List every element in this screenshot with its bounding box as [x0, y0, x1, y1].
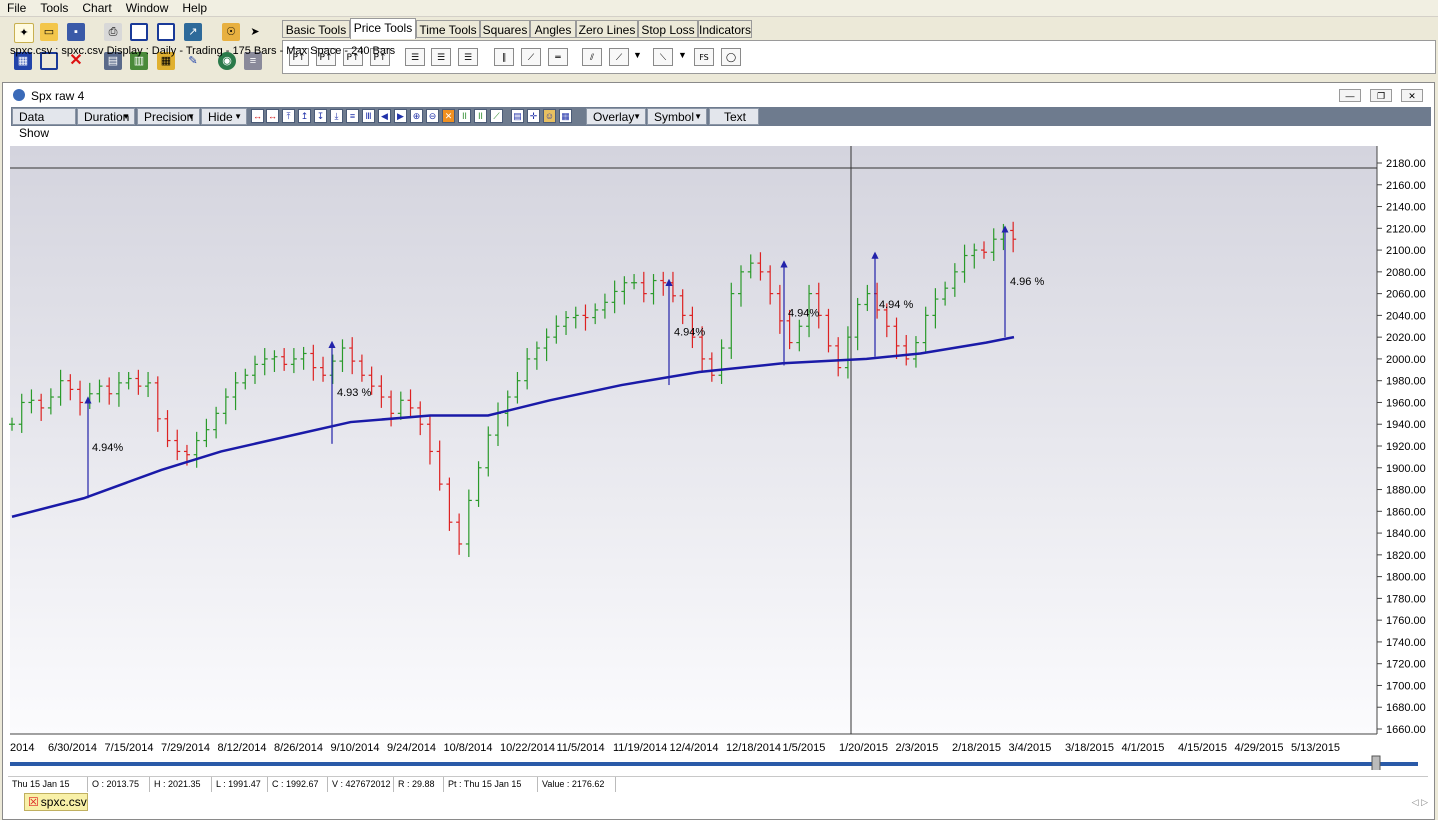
y-tick-label: 2180.00	[1386, 158, 1426, 170]
y-tick-label: 1800.00	[1386, 572, 1426, 584]
y-tick-label: 2080.00	[1386, 267, 1426, 279]
percent-label: 4.93 %	[337, 387, 371, 399]
y-tick-label: 1660.00	[1386, 724, 1426, 736]
y-tick-label: 1820.00	[1386, 550, 1426, 562]
status-range: R : 29.88	[394, 777, 444, 792]
y-tick-label: 2120.00	[1386, 223, 1426, 235]
x-tick-label: 7/29/2014	[161, 742, 210, 754]
y-tick-label: 1720.00	[1386, 659, 1426, 671]
status-close: C : 1992.67	[268, 777, 328, 792]
time-scrollbar[interactable]	[10, 762, 1418, 766]
file-tab-label: spxc.csv	[40, 795, 87, 809]
y-tick-label: 2140.00	[1386, 202, 1426, 214]
x-tick-label: 10/22/2014	[500, 742, 555, 754]
x-tick-label: 2/18/2015	[952, 742, 1001, 754]
percent-label: 4.94%	[788, 308, 819, 320]
x-tick-label: 1/20/2015	[839, 742, 888, 754]
x-tick-label: 12/18/2014	[726, 742, 781, 754]
y-tick-label: 1840.00	[1386, 528, 1426, 540]
status-pointer: Pt : Thu 15 Jan 15	[444, 777, 538, 792]
y-tick-label: 1700.00	[1386, 680, 1426, 692]
percent-label: 4.94%	[92, 442, 123, 454]
y-tick-label: 2060.00	[1386, 289, 1426, 301]
x-tick-label: 1/5/2015	[783, 742, 826, 754]
y-tick-label: 2000.00	[1386, 354, 1426, 366]
x-tick-label: 11/5/2014	[557, 742, 605, 754]
y-tick-label: 1680.00	[1386, 702, 1426, 714]
file-tab[interactable]: ☒ spxc.csv	[24, 793, 88, 811]
y-tick-label: 1760.00	[1386, 615, 1426, 627]
status-volume: V : 427672012	[328, 777, 394, 792]
x-tick-label: 4/1/2015	[1122, 742, 1165, 754]
y-tick-label: 1860.00	[1386, 506, 1426, 518]
y-tick-label: 1920.00	[1386, 441, 1426, 453]
y-tick-label: 2040.00	[1386, 310, 1426, 322]
x-tick-label: 3/4/2015	[1009, 742, 1052, 754]
y-tick-label: 1940.00	[1386, 419, 1426, 431]
status-value: Value : 2176.62	[538, 777, 616, 792]
x-tick-label: 4/15/2015	[1178, 742, 1227, 754]
percent-label: 4.94 %	[879, 299, 913, 311]
y-tick-label: 1960.00	[1386, 397, 1426, 409]
status-date: Thu 15 Jan 15	[8, 777, 88, 792]
percent-label: 4.94%	[674, 327, 705, 339]
y-tick-label: 2020.00	[1386, 332, 1426, 344]
tab-scroll-arrows-icon[interactable]: ◁ ▷	[1412, 797, 1428, 808]
x-tick-label: 7/15/2014	[105, 742, 154, 754]
plot-background	[10, 146, 1377, 734]
x-tick-label: 6/30/2014	[48, 742, 97, 754]
y-tick-label: 1980.00	[1386, 376, 1426, 388]
x-tick-label: 5/13/2015	[1291, 742, 1340, 754]
x-tick-label: 2/3/2015	[896, 742, 939, 754]
y-tick-label: 1780.00	[1386, 593, 1426, 605]
x-tick-label: 2014	[10, 742, 34, 754]
x-tick-label: 4/29/2015	[1235, 742, 1284, 754]
x-tick-label: 11/19/2014	[613, 742, 667, 754]
y-tick-label: 1740.00	[1386, 637, 1426, 649]
x-tick-label: 12/4/2014	[670, 742, 719, 754]
price-chart[interactable]: 2180.00 2160.00 2140.00 2120.00 2100.00 2080.…	[0, 0, 1438, 770]
percent-label: 4.96 %	[1010, 276, 1044, 288]
status-open: O : 2013.75	[88, 777, 150, 792]
y-tick-label: 2100.00	[1386, 245, 1426, 257]
y-tick-label: 2160.00	[1386, 180, 1426, 192]
x-tick-label: 3/18/2015	[1065, 742, 1114, 754]
status-bar: Thu 15 Jan 15 O : 2013.75 H : 2021.35 L …	[8, 776, 1428, 792]
x-tick-label: 9/10/2014	[331, 742, 380, 754]
y-tick-label: 1880.00	[1386, 485, 1426, 497]
x-tick-label: 8/26/2014	[274, 742, 323, 754]
status-high: H : 2021.35	[150, 777, 212, 792]
file-tab-close-icon[interactable]: ☒	[25, 795, 41, 809]
x-tick-label: 9/24/2014	[387, 742, 436, 754]
x-tick-label: 10/8/2014	[444, 742, 493, 754]
x-tick-label: 8/12/2014	[218, 742, 267, 754]
y-tick-label: 1900.00	[1386, 463, 1426, 475]
status-low: L : 1991.47	[212, 777, 268, 792]
time-scrollbar-thumb[interactable]	[1371, 755, 1381, 770]
